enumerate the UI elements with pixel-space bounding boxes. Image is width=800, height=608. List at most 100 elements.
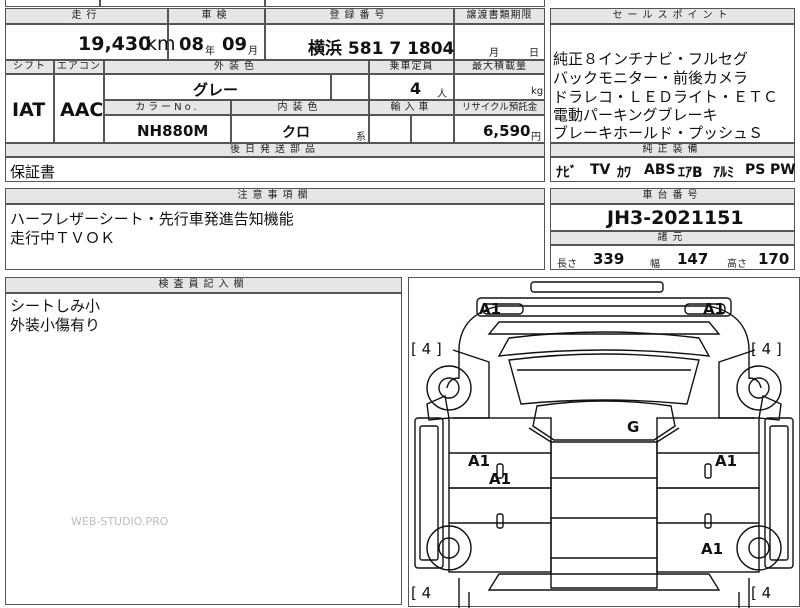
equip-navi: ﾅﾋﾞ [556, 165, 577, 181]
inspection-year-unit: 年 [205, 46, 215, 57]
notes-line-1: ハーフレザーシート・先行車発進告知機能 [10, 210, 294, 228]
transfer-day-unit: 日 [529, 48, 539, 59]
recycle-value: 6,590 [483, 122, 531, 140]
later-parts-cell: 保証書 [5, 157, 545, 182]
height-label: 高さ [727, 259, 747, 270]
import-cell-b [411, 115, 454, 143]
mileage-cell: 19,430 km [5, 24, 176, 60]
car-outline [414, 281, 794, 608]
sales-point-line-1: 純正８インチナビ・フルセグ [553, 50, 749, 68]
equip-pw: PW [770, 162, 796, 178]
interior-color-cell: クロ 系 [231, 115, 369, 143]
capacity-value: 4 [410, 79, 422, 98]
dimensions-cell: 長さ 339 幅 147 高さ 170 [550, 245, 795, 270]
notes-box: ハーフレザーシート・先行車発進告知機能 走行中ＴＶＯＫ [5, 204, 545, 270]
capacity-cell: 4 人 [369, 74, 454, 100]
recycle-unit: 円 [531, 132, 541, 143]
import-cell-a [369, 115, 411, 143]
exterior-color-extra-cell [331, 74, 369, 100]
damage-rear-right: A1 [701, 540, 724, 558]
max-load-unit: kg [531, 86, 544, 97]
sales-point-header: セールスポイント [550, 8, 795, 24]
tire-rear-right: [ 4 [751, 584, 772, 602]
damage-left-door-lower: A1 [489, 470, 512, 488]
max-load-header: 最大積載量 [454, 60, 545, 74]
sales-point-box: 純正８インチナビ・フルセグ バックモニター・前後カメラ ドラレコ・ＬＥＤライト・… [550, 24, 795, 143]
chassis-header: 車台番号 [550, 188, 795, 204]
notes-header: 注意事項欄 [5, 188, 545, 204]
length-value: 339 [593, 250, 625, 268]
color-no-value: NH880M [137, 122, 209, 140]
capacity-unit: 人 [437, 89, 447, 100]
later-parts-header: 後日発送部品 [5, 143, 545, 157]
sales-point-line-2: バックモニター・前後カメラ [553, 69, 749, 87]
recycle-cell: 6,590 円 [454, 115, 545, 143]
inspector-line-2: 外装小傷有り [10, 316, 101, 334]
inspection-cell: 08 年 09 月 [168, 24, 265, 60]
transfer-deadline-header: 譲渡書類期限 [454, 8, 545, 24]
equip-alloy: ｱﾙﾐ [713, 165, 734, 181]
equip-abs: ABS [644, 162, 676, 178]
height-value: 170 [758, 250, 790, 268]
genuine-equipment-header: 純正装備 [550, 143, 795, 157]
inspection-month-unit: 月 [248, 46, 258, 57]
equip-ps: PS [745, 162, 766, 178]
registration-header: 登録番号 [265, 8, 454, 24]
sales-point-line-5: ブレーキホールド・プッシュＳ [553, 124, 764, 142]
interior-color-suffix: 系 [356, 132, 366, 143]
import-header: 輸入車 [369, 100, 454, 115]
inspector-line-1: シートしみ小 [10, 297, 101, 315]
aircon-value: AAC [60, 99, 104, 121]
damage-right-door: A1 [715, 452, 738, 470]
inspection-year: 08 [179, 34, 205, 55]
mileage-value: 19,430 [78, 33, 152, 55]
tire-front-left: [ 4 ] [411, 340, 442, 358]
aircon-cell: AAC [54, 74, 104, 143]
shift-value: IAT [12, 99, 46, 121]
damage-front-right: A1 [703, 300, 726, 318]
top-partial-cell-3 [265, 0, 545, 7]
exterior-color-cell: グレー [104, 74, 331, 100]
dimensions-header: 諸元 [550, 231, 795, 245]
exterior-color-header: 外装色 [104, 60, 369, 74]
equip-tv: TV [590, 162, 611, 178]
mileage-header: 走行 [5, 8, 168, 24]
registration-cell: 横浜 581 7 1804 [265, 24, 454, 60]
chassis-value: JH3-2021151 [607, 207, 744, 229]
genuine-equipment-cell: ﾅﾋﾞ TV ｶﾜ ABS ｴｱB ｱﾙﾐ PS PW [550, 157, 796, 182]
damage-roof: G [627, 418, 640, 436]
damage-front-left: A1 [479, 300, 502, 318]
tire-rear-left: [ 4 [411, 584, 432, 602]
watermark: WEB-STUDIO.PRO [71, 515, 169, 528]
inspector-header: 検査員記入欄 [5, 277, 402, 293]
width-label: 幅 [650, 259, 660, 270]
aircon-header: エアコン [54, 60, 104, 74]
width-value: 147 [677, 250, 709, 268]
car-diagram: A1 A1 G A1 A1 A1 A1 [ 4 ] [ 4 ] [ 4 [ 4 [408, 277, 800, 608]
transfer-deadline-cell: 月 日 [454, 24, 545, 60]
transfer-month-unit: 月 [489, 48, 499, 59]
tire-front-right: [ 4 ] [751, 340, 782, 358]
color-no-header: カラーNo. [104, 100, 231, 115]
notes-line-2: 走行中ＴＶＯＫ [10, 229, 116, 247]
inspection-header: 車検 [168, 8, 265, 24]
color-no-cell: NH880M [104, 115, 231, 143]
equip-leather: ｶﾜ [617, 165, 631, 181]
interior-color-value: クロ [282, 125, 310, 141]
top-partial-cell-2 [100, 0, 265, 7]
shift-cell: IAT [5, 74, 54, 143]
interior-color-header: 内装色 [231, 100, 369, 115]
exterior-color-value: グレー [193, 81, 239, 99]
inspector-box: シートしみ小 外装小傷有り WEB-STUDIO.PRO [5, 293, 402, 605]
damage-left-door: A1 [468, 452, 491, 470]
shift-header: シフト [5, 60, 54, 74]
top-partial-cell-1 [5, 0, 100, 7]
length-label: 長さ [557, 259, 577, 270]
registration-value: 横浜 581 7 1804 [308, 39, 455, 59]
chassis-cell: JH3-2021151 [550, 204, 795, 231]
equip-airbag: ｴｱB [678, 165, 703, 181]
max-load-cell: kg [454, 74, 545, 100]
recycle-header: リサイクル預託金 [454, 100, 545, 115]
capacity-header: 乗車定員 [369, 60, 454, 74]
later-parts-value: 保証書 [10, 163, 56, 181]
